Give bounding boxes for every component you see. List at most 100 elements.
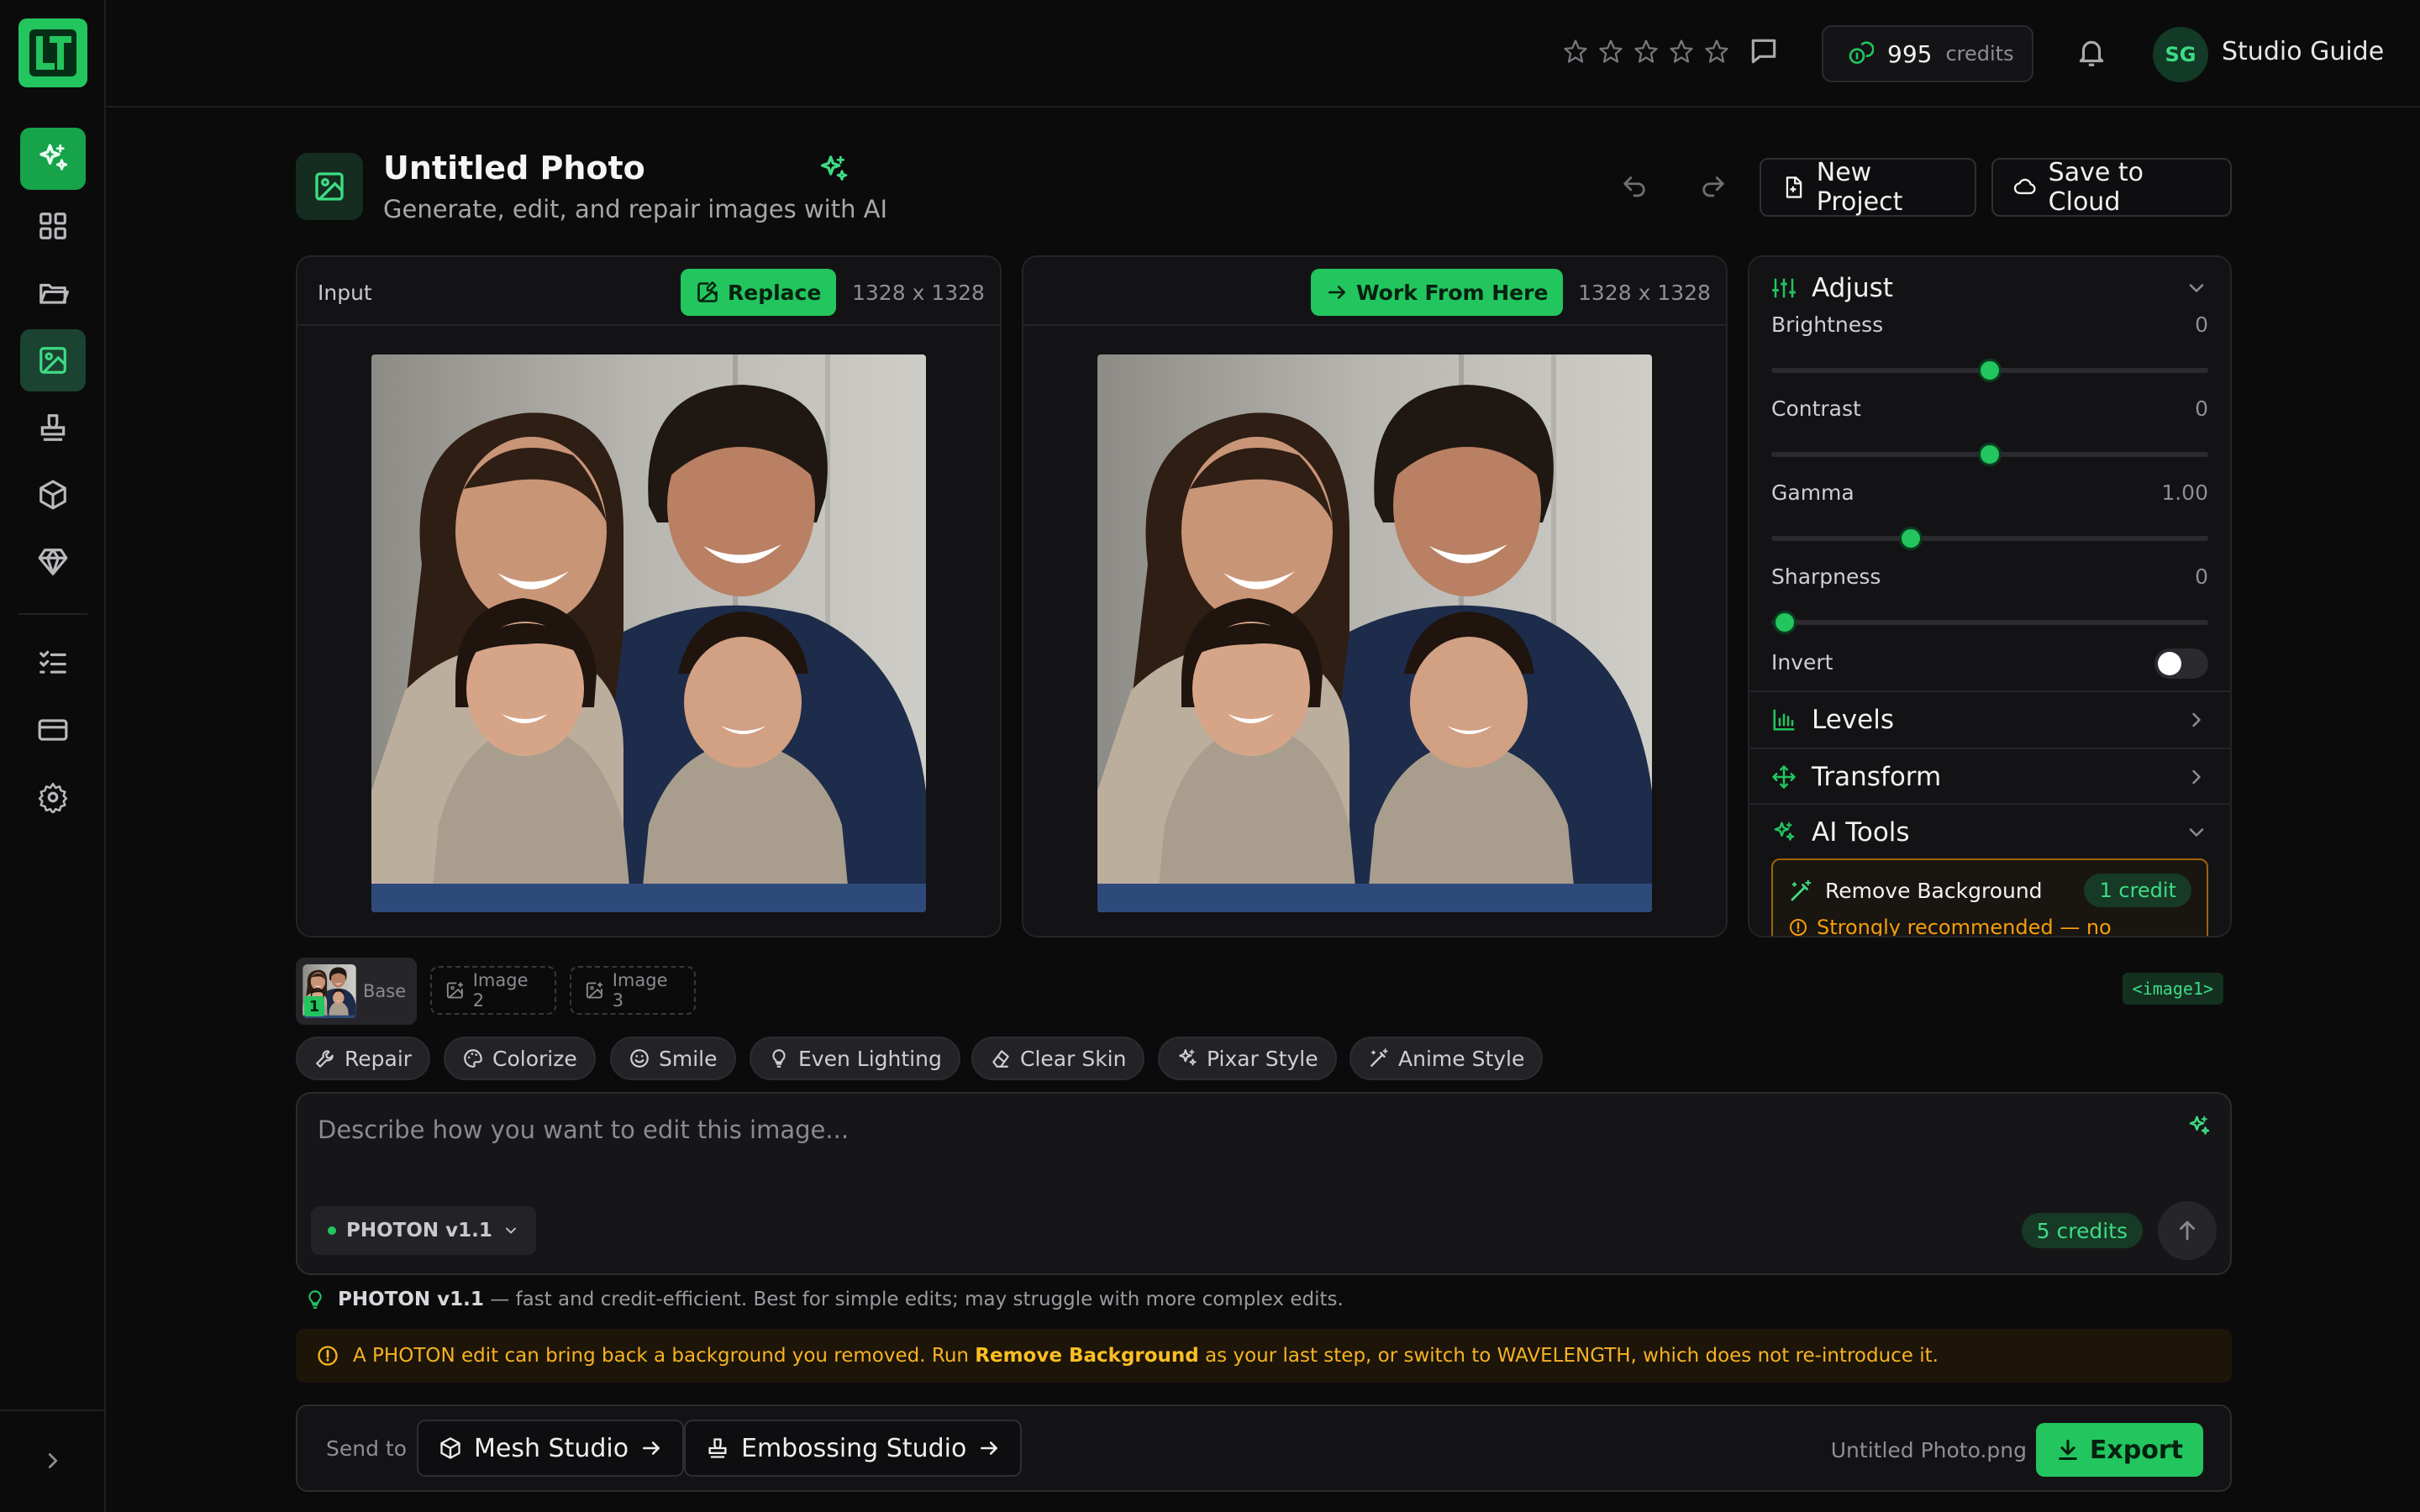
- smile-icon: [629, 1047, 650, 1069]
- photo-studio-badge: [296, 153, 363, 220]
- contrast-slider-thumb[interactable]: [1978, 443, 2002, 466]
- arrow-up-icon: [2175, 1218, 2200, 1243]
- sidebar-item-photo-studio[interactable]: [20, 329, 86, 391]
- adjustments-panel: Adjust Brightness 0 Contrast 0 Gamma 1.0…: [1748, 255, 2232, 937]
- sidebar-item-tasks[interactable]: [20, 632, 86, 694]
- output-panel-header: Work From Here 1328 x 1328: [1023, 257, 1726, 326]
- sharpness-slider[interactable]: [1771, 611, 2208, 634]
- image-slot-base[interactable]: 1 Base: [296, 958, 417, 1025]
- remove-background-tool[interactable]: Remove Background 1 credit Strongly reco…: [1771, 858, 2208, 936]
- sharpness-slider-thumb[interactable]: [1772, 611, 1797, 634]
- page-title[interactable]: Untitled Photo: [383, 150, 645, 186]
- invert-toggle-knob: [2158, 652, 2181, 675]
- sidebar-item-settings[interactable]: [20, 766, 86, 828]
- work-from-here-button[interactable]: Work From Here: [1311, 269, 1564, 316]
- chip-pixar-style[interactable]: Pixar Style: [1158, 1037, 1337, 1080]
- feedback-button[interactable]: [1748, 35, 1780, 67]
- brightness-label: Brightness: [1771, 312, 1884, 337]
- chat-icon: [1748, 35, 1780, 67]
- sidebar-footer-divider: [0, 1410, 106, 1411]
- chip-label: Anime Style: [1398, 1046, 1525, 1071]
- warning-text-bold: Remove Background: [975, 1345, 1199, 1367]
- star-icon[interactable]: [1598, 39, 1623, 64]
- chevron-down-icon: [502, 1222, 519, 1239]
- levels-section-header[interactable]: Levels: [1749, 692, 2230, 748]
- output-image[interactable]: [1097, 354, 1652, 912]
- notifications-button[interactable]: [2075, 37, 2107, 69]
- rating-stars[interactable]: [1563, 39, 1729, 64]
- prompt-box: Describe how you want to edit this image…: [296, 1092, 2232, 1275]
- submit-button[interactable]: [2158, 1201, 2217, 1260]
- chip-even-lighting[interactable]: Even Lighting: [750, 1037, 960, 1080]
- sidebar-item-projects[interactable]: [20, 262, 86, 324]
- credits-label: credits: [1945, 42, 2014, 66]
- star-icon[interactable]: [1634, 39, 1659, 64]
- wrench-icon: [314, 1047, 336, 1069]
- star-icon[interactable]: [1563, 39, 1588, 64]
- star-icon[interactable]: [1704, 39, 1729, 64]
- image-slot-2[interactable]: Image 2: [430, 966, 556, 1015]
- stamp-icon: [706, 1436, 729, 1460]
- adjust-section-header[interactable]: Adjust: [1749, 260, 2230, 316]
- arrow-right-icon: [640, 1437, 662, 1459]
- redo-button[interactable]: [1699, 173, 1728, 202]
- gear-icon: [37, 781, 69, 813]
- input-panel-header: Input Replace 1328 x 1328: [297, 257, 1000, 326]
- cloud-icon: [2013, 175, 2037, 200]
- chip-label: Clear Skin: [1020, 1046, 1127, 1071]
- sidebar-item-generate[interactable]: [20, 128, 86, 190]
- user-name[interactable]: Studio Guide: [2222, 37, 2384, 66]
- credits-balance[interactable]: 995 credits: [1822, 25, 2033, 82]
- model-description: PHOTON v1.1 — fast and credit-efficient.…: [304, 1289, 1344, 1310]
- grid-icon: [37, 210, 69, 242]
- brightness-slider[interactable]: [1771, 359, 2208, 382]
- alert-circle-icon: [316, 1344, 339, 1368]
- file-plus-icon: [1781, 175, 1805, 200]
- invert-toggle[interactable]: [2154, 648, 2208, 679]
- input-image[interactable]: [371, 354, 926, 912]
- rename-sparkle-button[interactable]: [817, 153, 850, 186]
- chip-anime-style[interactable]: Anime Style: [1349, 1037, 1544, 1080]
- prompt-input[interactable]: Describe how you want to edit this image…: [318, 1116, 849, 1144]
- undo-button[interactable]: [1620, 173, 1649, 202]
- chip-colorize[interactable]: Colorize: [444, 1037, 596, 1080]
- gamma-slider[interactable]: [1771, 527, 2208, 550]
- sidebar-item-billing[interactable]: [20, 699, 86, 761]
- sidebar-item-embossing-studio[interactable]: [20, 396, 86, 459]
- enhance-prompt-button[interactable]: [2186, 1114, 2212, 1139]
- app-logo[interactable]: [18, 18, 87, 87]
- expand-sidebar-button[interactable]: [40, 1448, 66, 1473]
- checklist-icon: [37, 647, 69, 679]
- sidebar-item-mesh-studio[interactable]: [20, 464, 86, 526]
- chip-repair[interactable]: Repair: [296, 1037, 431, 1080]
- adjust-title: Adjust: [1812, 273, 1893, 303]
- chip-smile[interactable]: Smile: [610, 1037, 736, 1080]
- ai-tools-title: AI Tools: [1812, 817, 1910, 848]
- contrast-slider[interactable]: [1771, 443, 2208, 466]
- avatar[interactable]: SG: [2153, 27, 2208, 82]
- palette-icon: [462, 1047, 484, 1069]
- generation-cost-badge: 5 credits: [2021, 1213, 2143, 1248]
- ai-tools-section-header[interactable]: AI Tools: [1749, 805, 2230, 860]
- base-label: Base: [363, 981, 407, 1001]
- transform-section-header[interactable]: Transform: [1749, 749, 2230, 805]
- export-filename[interactable]: Untitled Photo.png: [1831, 1438, 2027, 1462]
- send-to-mesh-studio-button[interactable]: Mesh Studio: [417, 1420, 685, 1477]
- image-slot-3[interactable]: Image 3: [570, 966, 696, 1015]
- sidebar-divider: [18, 613, 87, 615]
- replace-button[interactable]: Replace: [681, 269, 837, 316]
- new-project-label: New Project: [1816, 158, 1903, 217]
- chevron-right-icon: [2185, 708, 2208, 732]
- model-select[interactable]: PHOTON v1.1: [311, 1206, 536, 1255]
- image-reference-tag[interactable]: <image1>: [2122, 973, 2223, 1005]
- send-to-embossing-studio-button[interactable]: Embossing Studio: [684, 1420, 1023, 1477]
- gamma-slider-thumb[interactable]: [1899, 527, 1923, 550]
- save-to-cloud-button[interactable]: Save to Cloud: [1991, 158, 2232, 217]
- brightness-slider-thumb[interactable]: [1978, 359, 2002, 382]
- sidebar-item-gems[interactable]: [20, 531, 86, 593]
- sidebar-item-dashboard[interactable]: [20, 195, 86, 257]
- star-icon[interactable]: [1669, 39, 1694, 64]
- new-project-button[interactable]: New Project: [1760, 158, 1976, 217]
- chip-clear-skin[interactable]: Clear Skin: [971, 1037, 1145, 1080]
- export-button[interactable]: Export: [2035, 1423, 2203, 1477]
